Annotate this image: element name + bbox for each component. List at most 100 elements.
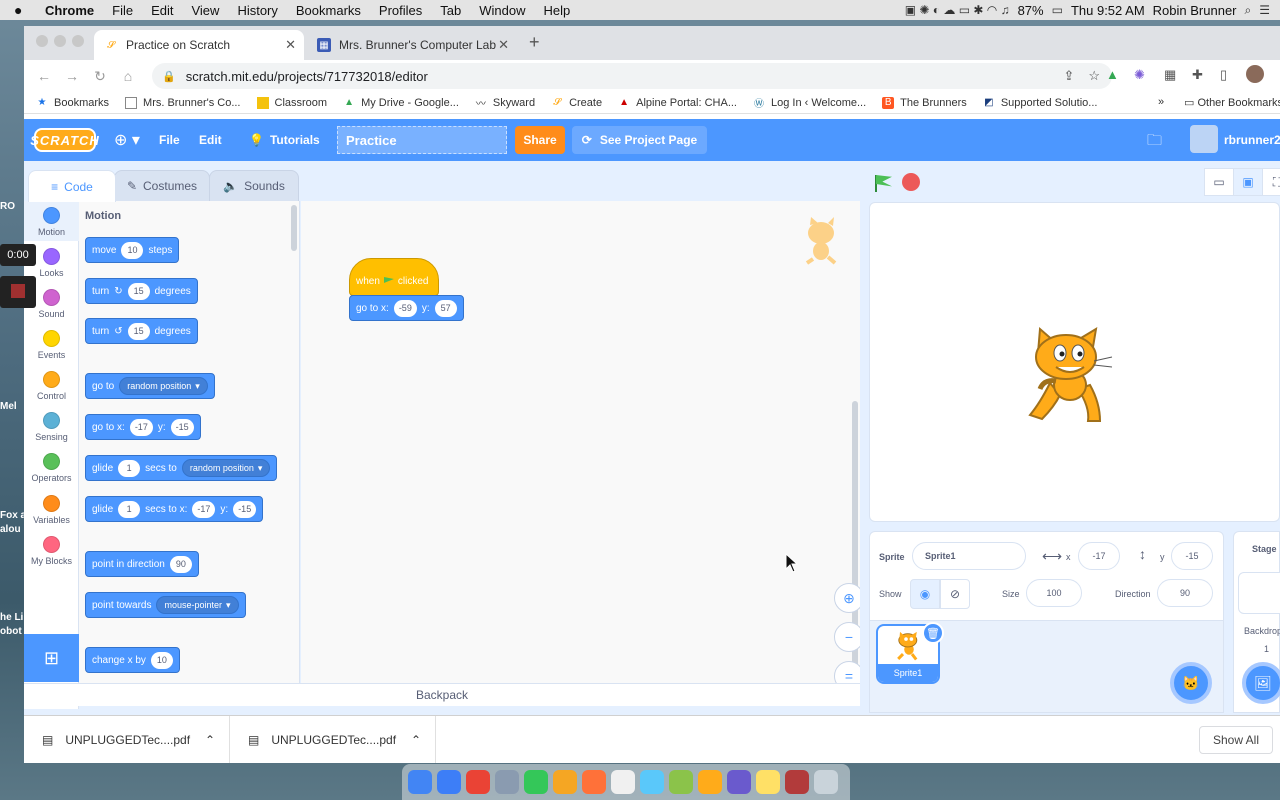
language-globe-icon[interactable]: ⊕ ▾ — [114, 119, 140, 161]
category-sensing[interactable]: Sensing — [24, 412, 79, 442]
chevron-up-icon[interactable]: ⌃ — [411, 733, 435, 747]
forward-icon[interactable]: → — [58, 68, 86, 84]
sprite-x-input[interactable]: -17 — [1078, 542, 1120, 570]
category-motion[interactable]: Motion — [24, 201, 79, 241]
bookmark-item[interactable]: ◩ Supported Solutio... — [983, 97, 1097, 109]
lock-icon[interactable]: 🔒 — [162, 70, 176, 83]
chrome-icon[interactable] — [466, 770, 490, 794]
tab-sounds[interactable]: 🔈 Sounds — [209, 170, 299, 202]
zoom-out-button[interactable]: − — [834, 622, 860, 652]
block-input[interactable]: 10 — [150, 651, 173, 669]
block-input[interactable]: 15 — [127, 282, 150, 300]
turn-right-block[interactable]: turn ↻ 15 degrees — [85, 278, 198, 304]
block-input[interactable]: 1 — [118, 459, 141, 477]
choose-backdrop-button[interactable]: 🖼 — [1242, 662, 1280, 704]
extension-icon[interactable]: ✺ — [1134, 67, 1145, 83]
bookmark-item[interactable]: ★ Bookmarks — [36, 97, 110, 109]
tab-costumes[interactable]: ✎ Costumes — [114, 170, 210, 202]
close-tab-icon[interactable]: ✕ — [285, 37, 296, 53]
block-input[interactable]: 57 — [434, 299, 457, 317]
menu-edit[interactable]: Edit — [142, 3, 182, 18]
home-icon[interactable]: ⌂ — [114, 68, 142, 84]
point-towards-dropdown[interactable]: mouse-pointer ▾ — [156, 596, 239, 614]
zoom-in-button[interactable]: ⊕ — [834, 583, 860, 613]
photos-icon[interactable] — [553, 770, 577, 794]
status-icons[interactable]: ▣ ✺ ◐ ☁ ▭ ✱ ◠ ♫ — [905, 3, 1010, 17]
delete-sprite-button[interactable]: 🗑 — [922, 622, 944, 644]
other-bookmarks[interactable]: ▭ Other Bookmarks — [1184, 96, 1280, 109]
category-variables[interactable]: Variables — [24, 495, 79, 525]
facetime-icon[interactable] — [524, 770, 548, 794]
stage-thumbnail[interactable] — [1238, 572, 1280, 614]
download-item[interactable]: ▤ UNPLUGGEDTec....pdf ⌃ — [24, 716, 230, 763]
menu-view[interactable]: View — [182, 3, 228, 18]
battery-percent[interactable]: 87% — [1018, 3, 1044, 18]
go-to-block[interactable]: go to random position ▾ — [85, 373, 215, 399]
tab-code[interactable]: ≡ Code — [28, 170, 116, 202]
add-extension-button[interactable]: ⊞ — [24, 634, 79, 682]
scratch-app-icon[interactable] — [698, 770, 722, 794]
tutorials-button[interactable]: 💡 Tutorials — [249, 119, 320, 161]
firefox-icon[interactable] — [582, 770, 606, 794]
drive-extension-icon[interactable]: ▲ — [1106, 67, 1119, 82]
menu-help[interactable]: Help — [535, 3, 580, 18]
app-icon[interactable] — [727, 770, 751, 794]
app-icon[interactable] — [640, 770, 664, 794]
bookmark-item[interactable]: ▲ Alpine Portal: CHA... — [618, 97, 737, 109]
go-to-xy-block[interactable]: go to x: -17 y: -15 — [85, 414, 201, 440]
normal-stage-button[interactable]: ▣ — [1233, 168, 1263, 196]
block-input[interactable]: 90 — [169, 555, 192, 573]
username[interactable]: rbrunner27 — [1224, 133, 1280, 147]
category-operators[interactable]: Operators — [24, 453, 79, 483]
menu-window[interactable]: Window — [470, 3, 534, 18]
zoom-window-button[interactable] — [72, 35, 84, 47]
user-avatar[interactable] — [1190, 125, 1218, 153]
stop-button[interactable] — [902, 173, 920, 191]
bookmark-item[interactable]: Mrs. Brunner's Co... — [125, 96, 241, 109]
profile-avatar[interactable] — [1246, 65, 1264, 83]
green-flag-button[interactable] — [872, 173, 892, 193]
block-input[interactable]: -17 — [192, 500, 216, 518]
close-tab-icon[interactable]: ✕ — [498, 37, 509, 53]
block-input[interactable]: -15 — [233, 500, 257, 518]
puzzle-extensions-icon[interactable]: ✚ — [1192, 67, 1203, 83]
menu-history[interactable]: History — [228, 3, 286, 18]
reload-icon[interactable]: ↻ — [86, 68, 114, 85]
show-sprite-button[interactable]: ◉ — [910, 579, 940, 609]
menu-bookmarks[interactable]: Bookmarks — [287, 3, 370, 18]
scratch-cat-sprite[interactable] — [1020, 323, 1120, 429]
bookmark-item[interactable]: B The Brunners — [882, 96, 967, 109]
more-bookmarks-chevron-icon[interactable]: » — [1158, 96, 1164, 108]
bookmark-star-icon[interactable]: ☆ — [1088, 68, 1100, 84]
category-my-blocks[interactable]: My Blocks — [24, 536, 79, 566]
glide-xy-block[interactable]: glide 1 secs to x: -17 y: -15 — [85, 496, 264, 522]
sidepanel-icon[interactable]: ▯ — [1220, 67, 1227, 83]
when-flag-clicked-block[interactable]: when clicked — [349, 258, 439, 296]
tab-computer-lab[interactable]: ▦ Mrs. Brunner's Computer Lab ✕ — [307, 30, 517, 60]
block-input[interactable]: 15 — [127, 322, 150, 340]
bookmark-item[interactable]: ▲ My Drive - Google... — [343, 97, 459, 109]
show-all-downloads-button[interactable]: Show All — [1199, 726, 1273, 754]
menubar-user[interactable]: Robin Brunner — [1153, 3, 1237, 18]
new-tab-button[interactable]: + — [529, 32, 540, 53]
glide-to-block[interactable]: glide 1 secs to random position ▾ — [85, 455, 278, 481]
palette-scrollbar[interactable] — [291, 205, 297, 251]
script-area[interactable]: when clicked go to x: -59 y: 57 ⊕ − = — [301, 201, 860, 683]
app-icon[interactable] — [437, 770, 461, 794]
app-icon[interactable] — [669, 770, 693, 794]
extension-icon[interactable]: ▦ — [1164, 67, 1176, 83]
menu-profiles[interactable]: Profiles — [370, 3, 431, 18]
spotlight-icon[interactable]: ⌕ — [1245, 3, 1252, 18]
back-icon[interactable]: ← — [30, 68, 58, 84]
sprite-size-input[interactable]: 100 — [1026, 579, 1082, 607]
fullscreen-button[interactable]: ⛶ — [1262, 168, 1280, 196]
share-button[interactable]: Share — [515, 126, 565, 154]
small-stage-button[interactable]: ▭ — [1204, 168, 1234, 196]
category-events[interactable]: Events — [24, 330, 79, 360]
close-window-button[interactable] — [36, 35, 48, 47]
control-center-icon[interactable]: ☰ — [1259, 3, 1270, 17]
see-project-page-button[interactable]: ⟳ See Project Page — [572, 126, 707, 154]
block-input[interactable]: -15 — [170, 418, 194, 436]
go-to-dropdown[interactable]: random position ▾ — [119, 377, 208, 395]
finder-icon[interactable] — [408, 770, 432, 794]
